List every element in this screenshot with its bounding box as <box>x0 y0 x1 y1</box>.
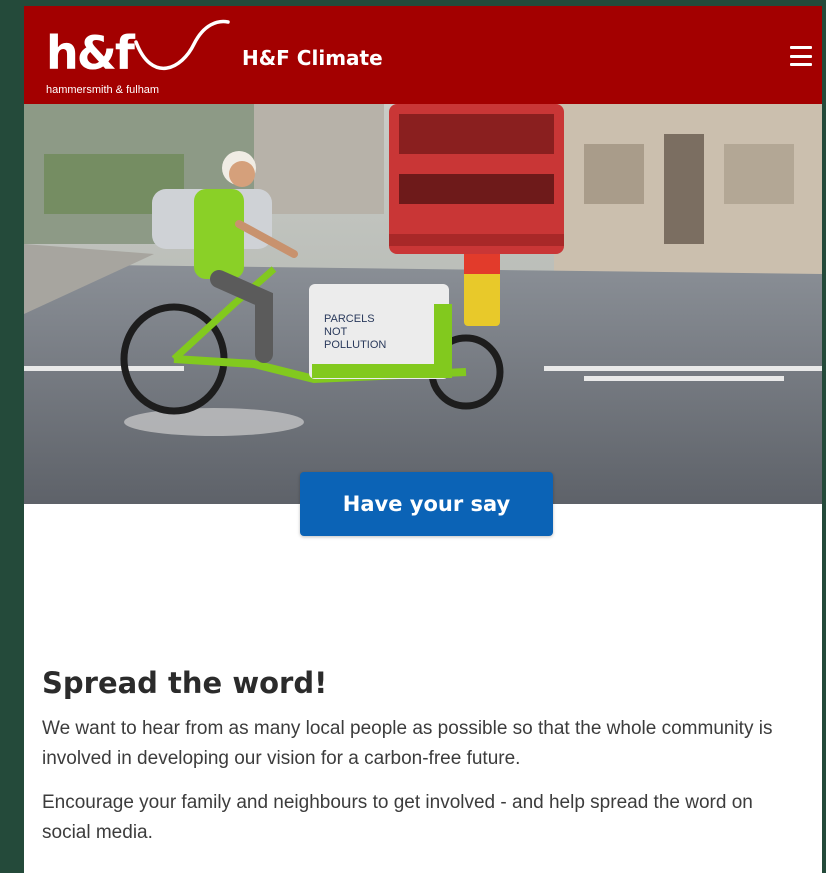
hero-image: PARCELS NOT POLLUTION <box>24 104 822 504</box>
section-paragraph-1: We want to hear from as many local peopl… <box>42 718 773 769</box>
site-title[interactable]: H&F Climate <box>242 46 383 70</box>
box-text-line-1: PARCELS <box>324 313 375 325</box>
logo-swoosh-icon <box>134 19 230 71</box>
site-header: h&f hammersmith & fulham H&F Climate <box>24 6 822 104</box>
site-logo[interactable]: h&f hammersmith & fulham <box>42 12 232 100</box>
section-heading: Spread the word! <box>42 666 328 700</box>
spread-the-word-section: Spread the word! We want to hear from as… <box>42 666 802 862</box>
hamburger-menu-icon[interactable] <box>790 46 812 66</box>
section-paragraph-2: Encourage your family and neighbours to … <box>42 792 753 843</box>
menu-bar <box>790 46 812 49</box>
logo-subtitle: hammersmith & fulham <box>46 84 160 96</box>
menu-bar <box>790 54 812 58</box>
box-text-line-3: POLLUTION <box>324 339 386 351</box>
logo-mark: h&f <box>46 26 135 80</box>
menu-bar <box>790 63 812 66</box>
have-your-say-button[interactable]: Have your say <box>300 472 553 536</box>
page-frame: h&f hammersmith & fulham H&F Climate PAR… <box>24 6 822 873</box>
box-text-line-2: NOT <box>324 326 348 338</box>
hero-photo-cargo-bike: PARCELS NOT POLLUTION <box>24 104 822 504</box>
